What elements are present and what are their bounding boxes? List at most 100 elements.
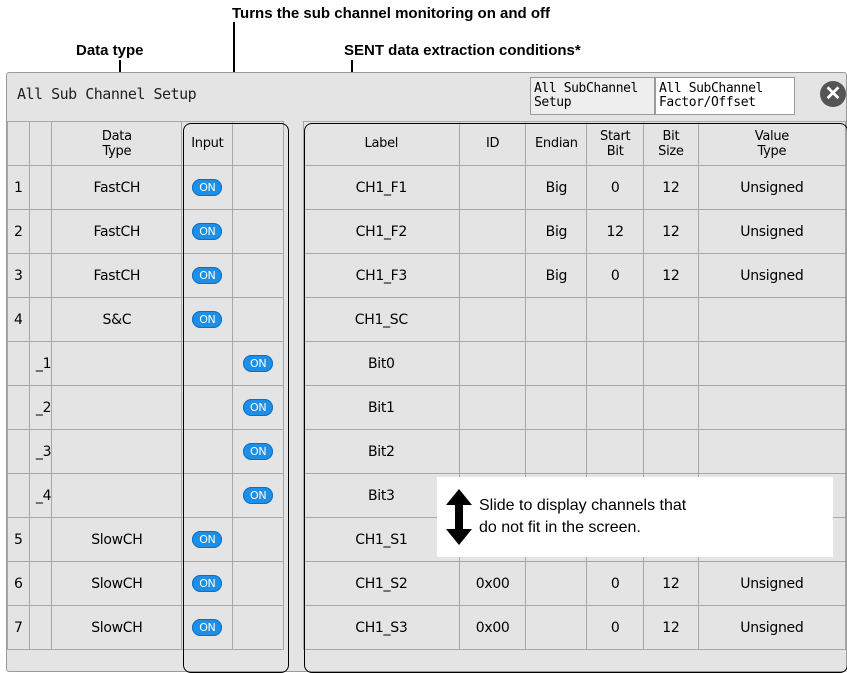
id-cell[interactable]: 0x00 xyxy=(458,561,527,606)
scroll-hint: Slide to display channels that do not fi… xyxy=(437,477,833,557)
input-on-toggle[interactable]: ON xyxy=(192,311,223,328)
endian-cell[interactable]: Big xyxy=(525,253,588,298)
id-cell[interactable] xyxy=(458,385,527,430)
bit-size-cell[interactable]: 12 xyxy=(643,561,699,606)
input-on-toggle[interactable]: ON xyxy=(192,179,223,196)
start-bit-cell[interactable]: 12 xyxy=(586,209,645,254)
bit-size-cell[interactable]: 12 xyxy=(643,605,699,650)
id-cell[interactable] xyxy=(458,341,527,386)
bit-on-toggle[interactable]: ON xyxy=(243,443,274,460)
label-cell[interactable]: Bit2 xyxy=(302,429,460,474)
value-type-cell[interactable] xyxy=(697,297,847,342)
value-type-cell[interactable]: Unsigned xyxy=(697,209,847,254)
column-gap xyxy=(283,429,304,474)
row-number: 1 xyxy=(7,165,30,210)
sub-channel-setup-panel: All Sub Channel Setup All SubChannel Set… xyxy=(6,72,847,673)
start-bit-cell[interactable]: 0 xyxy=(586,253,645,298)
data-type-cell xyxy=(51,385,183,430)
bit-size-cell[interactable]: 12 xyxy=(643,165,699,210)
input-on-toggle[interactable]: ON xyxy=(192,267,223,284)
label-cell[interactable]: CH1_S2 xyxy=(302,561,460,606)
table-row: _3 ON Bit2 xyxy=(7,429,847,474)
input-on-toggle[interactable]: ON xyxy=(192,531,223,548)
sub-index xyxy=(28,297,53,342)
bit-toggle xyxy=(232,297,285,342)
label-cell[interactable]: CH1_S3 xyxy=(302,605,460,650)
endian-cell[interactable] xyxy=(525,561,588,606)
label-cell[interactable]: Bit0 xyxy=(302,341,460,386)
sub-index: _1 xyxy=(28,341,53,386)
column-gap xyxy=(283,385,304,430)
endian-cell[interactable] xyxy=(525,297,588,342)
id-cell[interactable] xyxy=(458,253,527,298)
tab-all-subchannel-factor-offset[interactable]: All SubChannel Factor/Offset xyxy=(655,77,795,115)
bit-size-cell[interactable]: 12 xyxy=(643,209,699,254)
value-type-cell[interactable]: Unsigned xyxy=(697,165,847,210)
endian-cell[interactable] xyxy=(525,605,588,650)
input-on-toggle[interactable]: ON xyxy=(192,619,223,636)
id-cell[interactable]: 0x00 xyxy=(458,605,527,650)
endian-cell[interactable] xyxy=(525,385,588,430)
label-cell[interactable]: CH1_S1 xyxy=(302,517,460,562)
bit-size-cell[interactable] xyxy=(643,341,699,386)
bit-on-toggle[interactable]: ON xyxy=(243,487,274,504)
value-type-cell[interactable]: Unsigned xyxy=(697,605,847,650)
start-bit-cell[interactable]: 0 xyxy=(586,165,645,210)
start-bit-cell[interactable] xyxy=(586,341,645,386)
id-cell[interactable] xyxy=(458,297,527,342)
bit-size-cell[interactable]: 12 xyxy=(643,253,699,298)
row-number: 4 xyxy=(7,297,30,342)
endian-cell[interactable] xyxy=(525,341,588,386)
label-cell[interactable]: CH1_F2 xyxy=(302,209,460,254)
column-gap xyxy=(283,165,304,210)
value-type-cell[interactable] xyxy=(697,385,847,430)
start-bit-cell[interactable]: 0 xyxy=(586,561,645,606)
close-icon[interactable]: ✕ xyxy=(820,81,846,107)
sub-index: _4 xyxy=(28,473,53,518)
label-cell[interactable]: CH1_SC xyxy=(302,297,460,342)
row-number: 7 xyxy=(7,605,30,650)
bit-on-toggle[interactable]: ON xyxy=(243,399,274,416)
start-bit-cell[interactable] xyxy=(586,429,645,474)
table-row: 6 SlowCH ON CH1_S2 0x00 0 12 Unsigned xyxy=(7,561,847,606)
data-type-cell: SlowCH xyxy=(51,517,183,562)
label-cell[interactable]: CH1_F1 xyxy=(302,165,460,210)
input-on-toggle[interactable]: ON xyxy=(192,223,223,240)
bit-size-cell[interactable] xyxy=(643,385,699,430)
table-header-row: Data Type Input Label ID Endian Start Bi… xyxy=(7,121,847,166)
id-cell[interactable] xyxy=(458,429,527,474)
endian-cell[interactable]: Big xyxy=(525,165,588,210)
tab-all-subchannel-setup[interactable]: All SubChannel Setup xyxy=(530,77,655,115)
sub-index xyxy=(28,253,53,298)
table-row: 1 FastCH ON CH1_F1 Big 0 12 Unsigned xyxy=(7,165,847,210)
bit-size-cell[interactable] xyxy=(643,297,699,342)
data-type-cell: S&C xyxy=(51,297,183,342)
value-type-cell[interactable] xyxy=(697,341,847,386)
bit-size-cell[interactable] xyxy=(643,429,699,474)
label-cell[interactable]: CH1_F3 xyxy=(302,253,460,298)
id-cell[interactable] xyxy=(458,209,527,254)
endian-cell[interactable]: Big xyxy=(525,209,588,254)
data-type-cell: FastCH xyxy=(51,209,183,254)
value-type-cell[interactable]: Unsigned xyxy=(697,253,847,298)
table-row: _1 ON Bit0 xyxy=(7,341,847,386)
data-type-cell xyxy=(51,473,183,518)
input-toggle: ON xyxy=(181,605,234,650)
endian-cell[interactable] xyxy=(525,429,588,474)
label-cell[interactable]: Bit1 xyxy=(302,385,460,430)
start-bit-header: Start Bit xyxy=(586,121,645,166)
id-cell[interactable] xyxy=(458,165,527,210)
start-bit-cell[interactable] xyxy=(586,385,645,430)
start-bit-cell[interactable] xyxy=(586,297,645,342)
input-toggle xyxy=(181,473,234,518)
column-gap xyxy=(283,605,304,650)
data-type-cell: FastCH xyxy=(51,165,183,210)
start-bit-cell[interactable]: 0 xyxy=(586,605,645,650)
label-cell[interactable]: Bit3 xyxy=(302,473,460,518)
bit-toggle: ON xyxy=(232,385,285,430)
bit-on-toggle[interactable]: ON xyxy=(243,355,274,372)
input-on-toggle[interactable]: ON xyxy=(192,575,223,592)
column-gap xyxy=(283,473,304,518)
value-type-cell[interactable] xyxy=(697,429,847,474)
value-type-cell[interactable]: Unsigned xyxy=(697,561,847,606)
